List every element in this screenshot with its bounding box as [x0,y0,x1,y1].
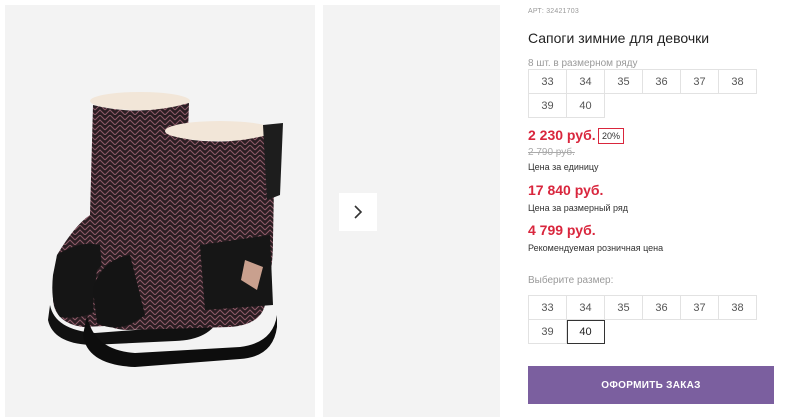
size-selector: 33 34 35 36 37 38 39 40 [528,295,757,344]
product-photo [5,5,315,417]
size-option-33[interactable]: 33 [529,296,567,320]
pack-size-cell: 33 [529,70,567,94]
pack-size-cell: 39 [529,94,567,118]
retail-price-caption: Рекомендуемая розничная цена [528,243,664,253]
product-title: Сапоги зимние для девочки [528,30,710,46]
pack-size-cell: 34 [567,70,605,94]
choose-size-label: Выберите размер: [528,275,614,286]
row-price-caption: Цена за размерный ряд [528,203,629,213]
size-option-37[interactable]: 37 [681,296,719,320]
product-gallery [5,5,500,417]
pack-size-cell: 36 [643,70,681,94]
chevron-right-icon [354,205,363,219]
discount-badge: 20% [598,128,625,144]
pack-size-cell: 40 [567,94,605,118]
article-number: АРТ: 32421703 [528,8,579,15]
pack-size-grid: 33 34 35 36 37 38 39 40 [528,69,757,118]
unit-price-caption: Цена за единицу [528,162,599,172]
size-option-34[interactable]: 34 [567,296,605,320]
size-option-39[interactable]: 39 [529,320,567,344]
row-price: 17 840 руб. [528,182,604,198]
old-price: 2 790 руб. [528,147,575,158]
pack-size-cell: 35 [605,70,643,94]
size-option-36[interactable]: 36 [643,296,681,320]
unit-price: 2 230 руб. [528,127,596,143]
pack-size-cell: 38 [719,70,757,94]
pack-size-cell: 37 [681,70,719,94]
gallery-next-button[interactable] [339,193,377,231]
size-option-35[interactable]: 35 [605,296,643,320]
size-option-40-selected[interactable]: 40 [567,320,605,344]
retail-price: 4 799 руб. [528,222,596,238]
size-option-38[interactable]: 38 [719,296,757,320]
place-order-button[interactable]: ОФОРМИТЬ ЗАКАЗ [528,366,774,404]
boots-image [48,92,283,367]
pack-sizes-label: 8 шт. в размерном ряду [528,58,638,69]
